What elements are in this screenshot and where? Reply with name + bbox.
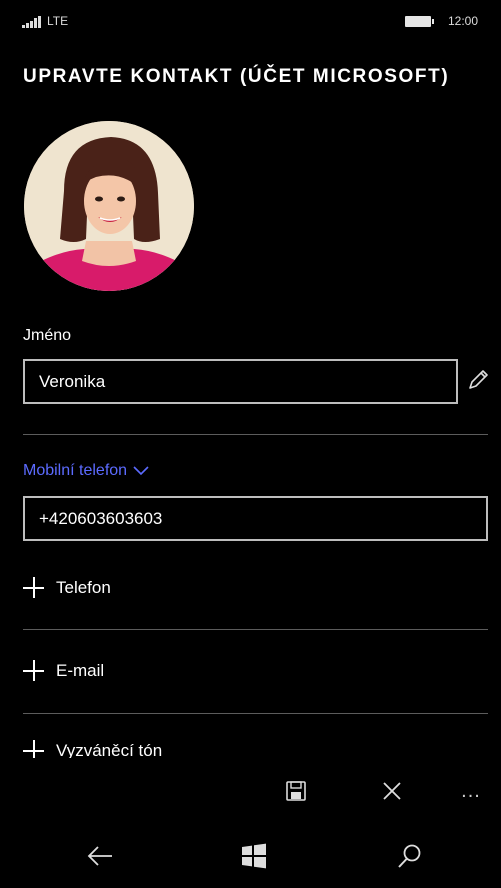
phone-type-selector[interactable]: Mobilní telefon [23,462,149,480]
divider [23,713,488,714]
signal-strength-icon [22,16,41,28]
save-icon [286,781,306,801]
search-icon [398,844,421,868]
more-options-button[interactable]: ... [456,776,486,806]
battery-icon [405,16,434,27]
pencil-icon[interactable] [466,368,490,392]
start-button[interactable] [238,840,270,872]
phone-type-label: Mobilní telefon [23,462,128,479]
phone-number-input[interactable]: +420603603603 [23,496,488,541]
add-phone-label: Telefon [56,577,111,597]
plus-icon [23,740,44,758]
avatar-portrait-icon [24,121,194,291]
plus-icon [23,577,44,598]
back-button[interactable] [84,840,116,872]
close-icon [383,782,401,800]
windows-logo-icon [242,843,266,869]
network-type: LTE [47,14,69,28]
clock: 12:00 [448,14,479,28]
cancel-button[interactable] [377,776,407,806]
add-email-label: E-mail [56,660,105,680]
navigation-bar [0,822,501,888]
chevron-down-icon [133,466,149,476]
divider [23,434,488,435]
back-arrow-icon [87,846,112,866]
more-options-label: ... [461,780,481,802]
plus-icon [23,660,44,681]
add-ringtone-label: Vyzváněcí tón [56,740,163,759]
search-button[interactable] [394,840,426,872]
scroll-clip: Vyzváněcí tón [0,732,501,758]
add-email-button[interactable]: E-mail [23,660,104,681]
add-ringtone-button[interactable]: Vyzváněcí tón [23,740,162,758]
status-bar: LTE 12:00 [0,0,501,46]
divider [23,629,488,630]
page-title: UPRAVTE KONTAKT (ÚČET MICROSOFT) [23,66,450,87]
app-bar: ... [0,760,501,822]
name-input[interactable]: Veronika [23,359,458,404]
add-phone-button[interactable]: Telefon [23,577,111,598]
name-field-label: Jméno [23,327,72,344]
save-button[interactable] [281,776,311,806]
contact-photo[interactable] [24,121,194,291]
